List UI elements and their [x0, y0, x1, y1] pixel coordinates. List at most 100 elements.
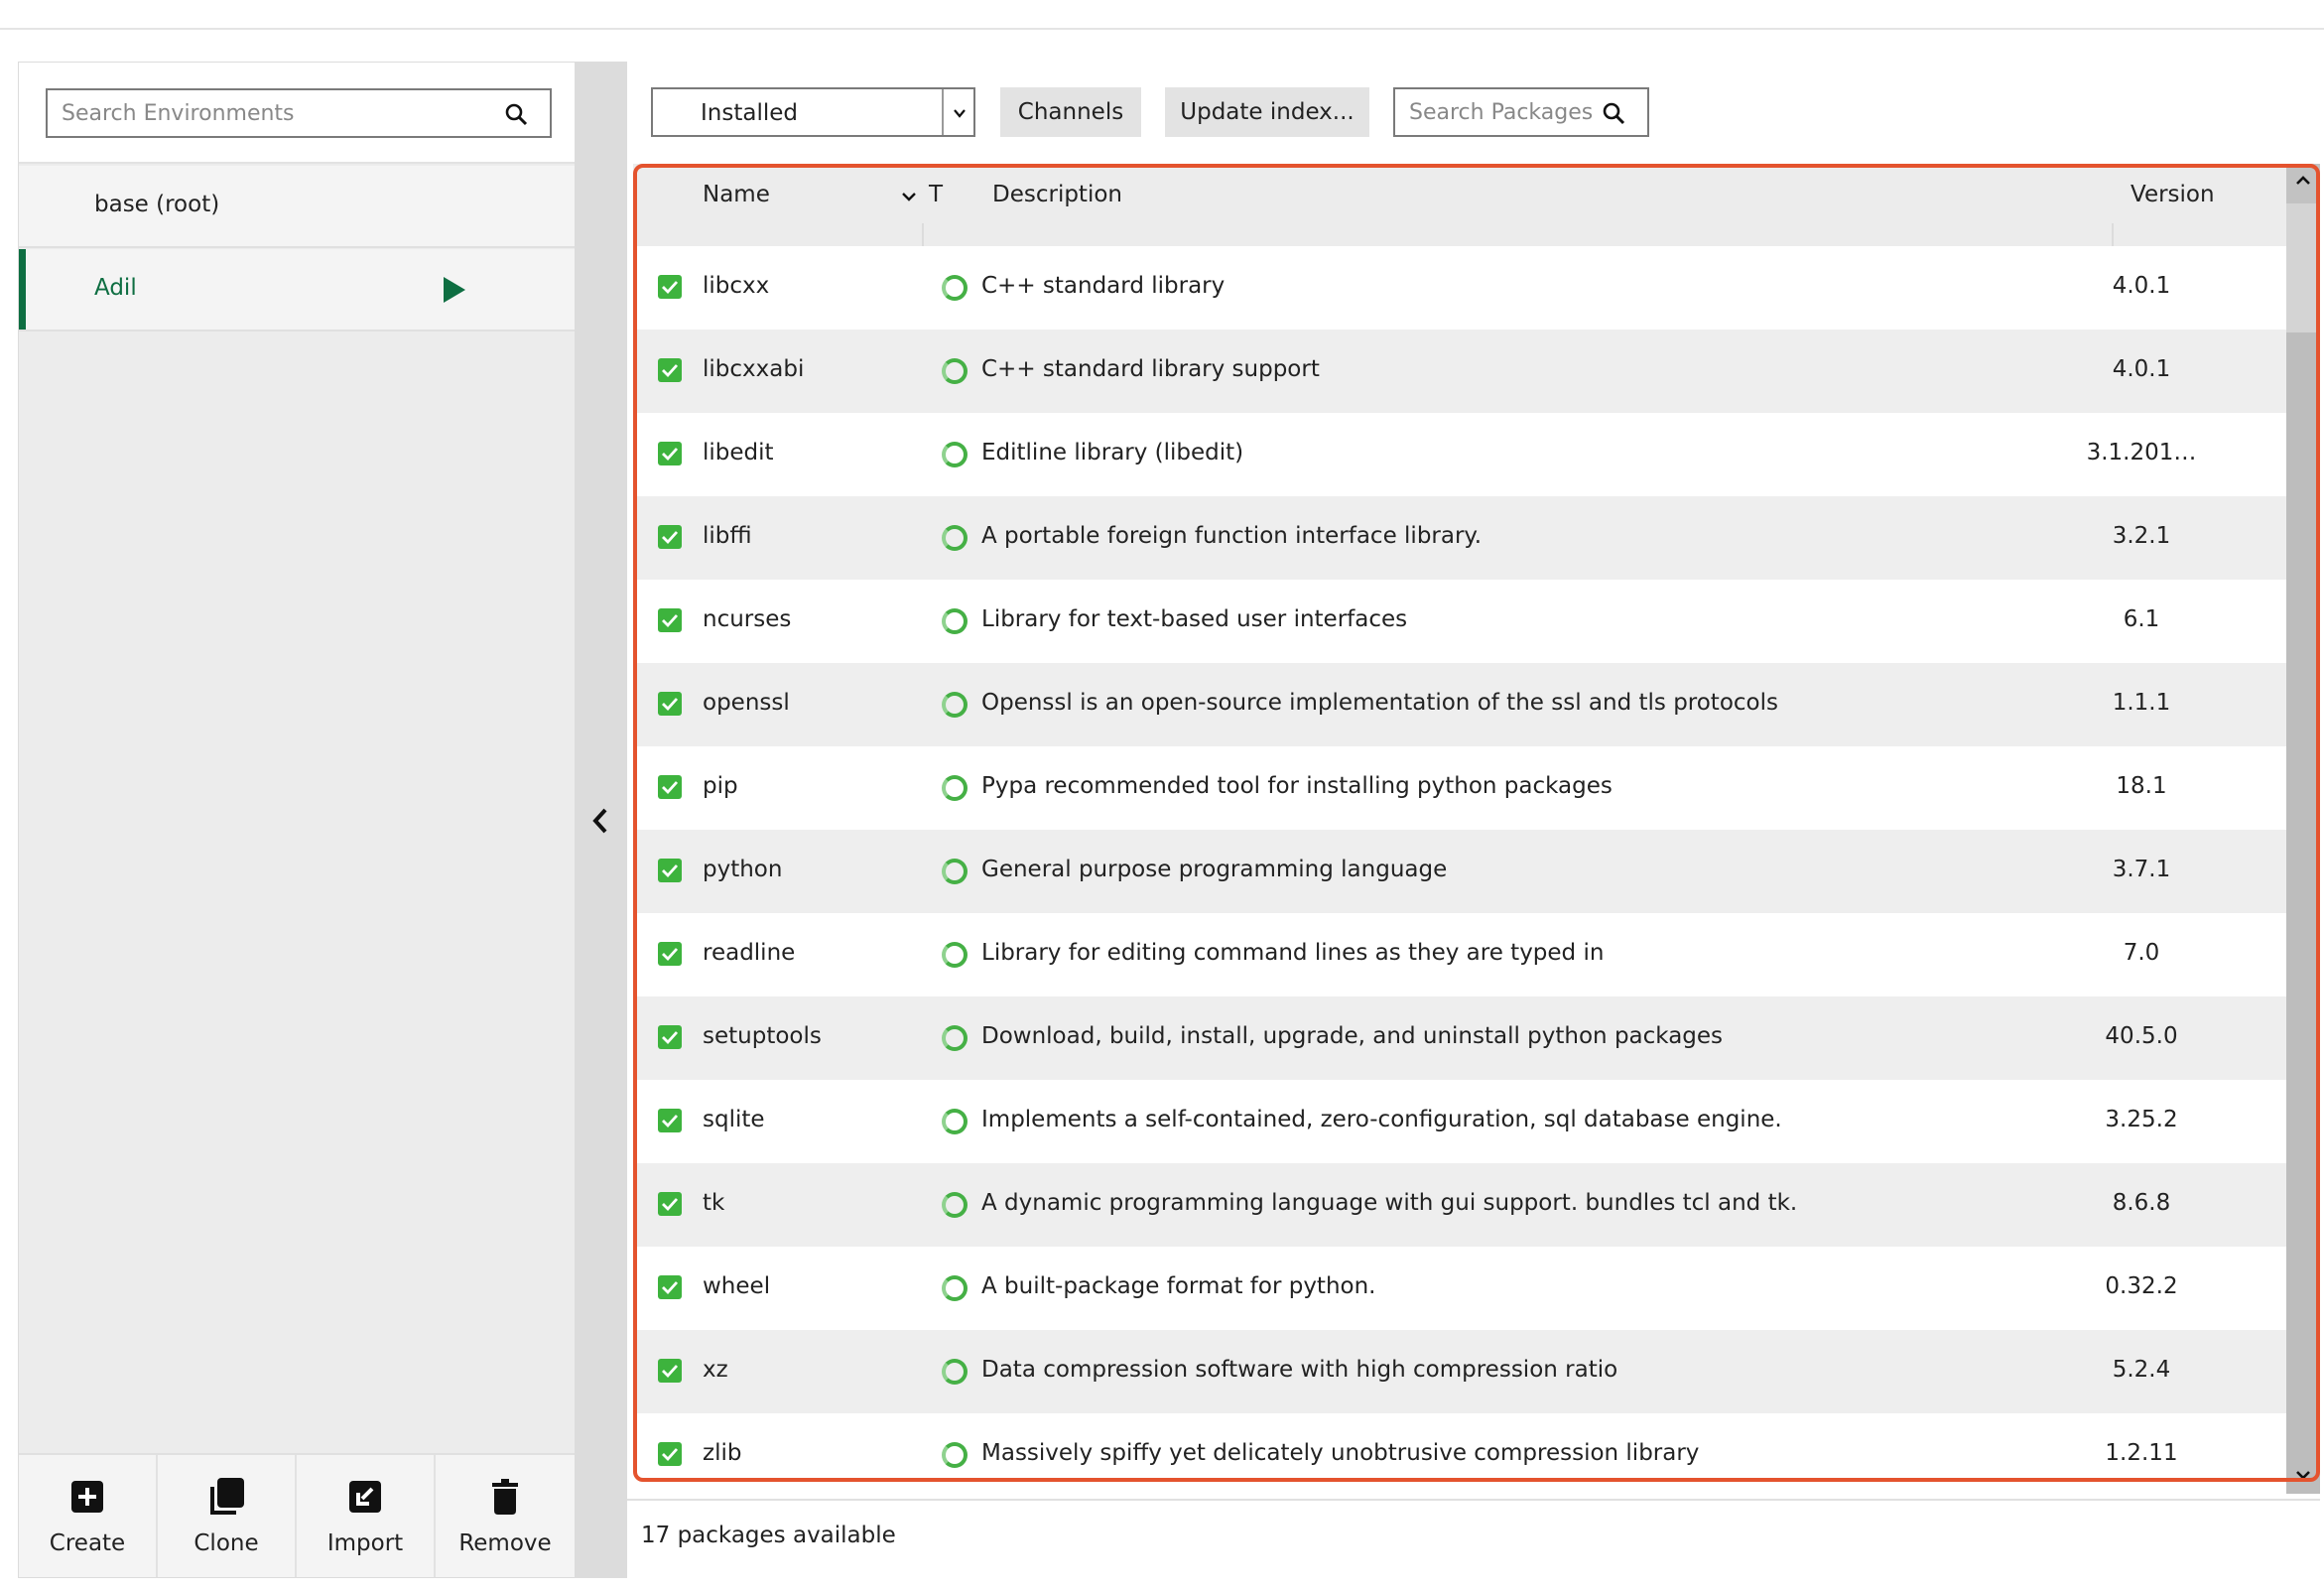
packages-table: Name T Description Version libcxx C++ sta… — [633, 164, 2320, 1494]
package-version: 3.1.201… — [2086, 440, 2197, 465]
table-row[interactable]: sqlite Implements a self-contained, zero-… — [633, 1080, 2286, 1163]
collapse-panel-toggle[interactable] — [576, 62, 627, 1578]
package-version: 7.0 — [2123, 940, 2160, 966]
channels-button[interactable]: Channels — [1000, 87, 1141, 137]
search-icon[interactable] — [504, 102, 528, 126]
package-filter-value: Installed — [701, 100, 798, 126]
package-version: 4.0.1 — [2112, 273, 2171, 299]
package-filter-dropdown[interactable]: Installed — [651, 87, 975, 137]
play-icon[interactable] — [444, 277, 465, 303]
chevron-down-icon — [2296, 1471, 2310, 1480]
sort-chevron-down-icon[interactable] — [901, 192, 917, 201]
checkmark-icon — [662, 698, 679, 712]
search-packages-input[interactable] — [1395, 89, 1594, 135]
search-icon[interactable] — [1602, 101, 1625, 125]
package-version: 3.7.1 — [2112, 857, 2171, 882]
table-body: libcxx C++ standard library 4.0.1 libcxxabi… — [633, 246, 2286, 1494]
clone-label: Clone — [194, 1530, 259, 1556]
package-checkbox[interactable] — [658, 608, 682, 632]
table-row[interactable]: libedit Editline library (libedit) 3.1.201… — [633, 413, 2286, 496]
checkmark-icon — [662, 864, 679, 878]
table-row[interactable]: setuptools Download, build, install, upgr… — [633, 996, 2286, 1080]
vertical-scrollbar[interactable] — [2286, 164, 2320, 1494]
table-row[interactable]: readline Library for editing command line… — [633, 913, 2286, 996]
installed-status-icon — [942, 1109, 968, 1134]
table-row[interactable]: openssl Openssl is an open-source impleme… — [633, 663, 2286, 746]
package-checkbox[interactable] — [658, 275, 682, 299]
search-environments-field[interactable] — [46, 88, 552, 138]
scroll-up-button[interactable] — [2286, 164, 2320, 203]
column-header-version[interactable]: Version — [2130, 182, 2215, 207]
package-version: 1.1.1 — [2112, 690, 2171, 716]
table-row[interactable]: pip Pypa recommended tool for installing … — [633, 746, 2286, 830]
checkmark-icon — [662, 614, 679, 628]
package-checkbox[interactable] — [658, 1359, 682, 1383]
column-header-description[interactable]: Description — [992, 182, 1122, 207]
import-icon — [349, 1481, 381, 1513]
search-environments-input[interactable] — [48, 90, 484, 136]
package-description: General purpose programming language — [981, 857, 1448, 882]
package-checkbox[interactable] — [658, 775, 682, 799]
installed-status-icon — [942, 1025, 968, 1051]
packages-panel: Installed Channels Update index... Name … — [627, 62, 2324, 1578]
table-header: Name T Description Version — [633, 164, 2286, 246]
clone-button[interactable]: Clone — [158, 1455, 297, 1577]
table-row[interactable]: xz Data compression software with high co… — [633, 1330, 2286, 1413]
package-version: 40.5.0 — [2105, 1023, 2178, 1049]
package-version: 8.6.8 — [2112, 1190, 2171, 1216]
update-index-button[interactable]: Update index... — [1165, 87, 1369, 137]
package-name: libcxxabi — [703, 356, 805, 382]
scroll-down-button[interactable] — [2286, 1460, 2320, 1494]
table-row[interactable]: libcxxabi C++ standard library support 4.0… — [633, 330, 2286, 413]
package-name: tk — [703, 1190, 725, 1216]
package-description: A dynamic programming language with gui … — [981, 1190, 1798, 1216]
package-checkbox[interactable] — [658, 692, 682, 716]
package-checkbox[interactable] — [658, 1109, 682, 1132]
package-name: libcxx — [703, 273, 770, 299]
package-checkbox[interactable] — [658, 859, 682, 882]
package-checkbox[interactable] — [658, 1025, 682, 1049]
environment-item-adil[interactable]: Adil — [19, 249, 575, 332]
create-button[interactable]: Create — [19, 1455, 158, 1577]
package-name: xz — [703, 1357, 728, 1383]
installed-status-icon — [942, 692, 968, 718]
table-row[interactable]: wheel A built-package format for python. 0… — [633, 1247, 2286, 1330]
table-row[interactable]: ncurses Library for text-based user inter… — [633, 580, 2286, 663]
column-header-name[interactable]: Name — [703, 182, 770, 207]
package-description: C++ standard library — [981, 273, 1226, 299]
column-header-type[interactable]: T — [929, 182, 943, 207]
package-checkbox[interactable] — [658, 1275, 682, 1299]
search-packages-field[interactable] — [1393, 87, 1649, 137]
package-checkbox[interactable] — [658, 1192, 682, 1216]
package-description: C++ standard library support — [981, 356, 1320, 382]
checkmark-icon — [662, 1448, 679, 1462]
chevron-down-icon — [954, 109, 966, 118]
package-version: 3.2.1 — [2112, 523, 2171, 549]
table-row[interactable]: libcxx C++ standard library 4.0.1 — [633, 246, 2286, 330]
package-checkbox[interactable] — [658, 942, 682, 966]
table-row[interactable]: libffi A portable foreign function interf… — [633, 496, 2286, 580]
package-name: setuptools — [703, 1023, 822, 1049]
table-row[interactable]: zlib Massively spiffy yet delicately unob… — [633, 1413, 2286, 1494]
installed-status-icon — [942, 1275, 968, 1301]
remove-button[interactable]: Remove — [436, 1455, 575, 1577]
dropdown-arrow[interactable] — [942, 89, 973, 135]
checkmark-icon — [662, 1281, 679, 1295]
package-checkbox[interactable] — [658, 442, 682, 465]
import-button[interactable]: Import — [297, 1455, 436, 1577]
package-checkbox[interactable] — [658, 525, 682, 549]
environment-item-base[interactable]: base (root) — [19, 166, 575, 248]
checkmark-icon — [662, 531, 679, 545]
package-version: 6.1 — [2123, 606, 2160, 632]
installed-status-icon — [942, 525, 968, 551]
checkmark-icon — [662, 1115, 679, 1128]
package-checkbox[interactable] — [658, 358, 682, 382]
package-description: Editline library (libedit) — [981, 440, 1244, 465]
package-description: Library for text-based user interfaces — [981, 606, 1408, 632]
plus-box-icon — [71, 1481, 103, 1513]
package-description: Implements a self-contained, zero-config… — [981, 1107, 1782, 1132]
checkmark-icon — [662, 1365, 679, 1379]
table-row[interactable]: python General purpose programming langua… — [633, 830, 2286, 913]
table-row[interactable]: tk A dynamic programming language with gu… — [633, 1163, 2286, 1247]
package-checkbox[interactable] — [658, 1442, 682, 1466]
